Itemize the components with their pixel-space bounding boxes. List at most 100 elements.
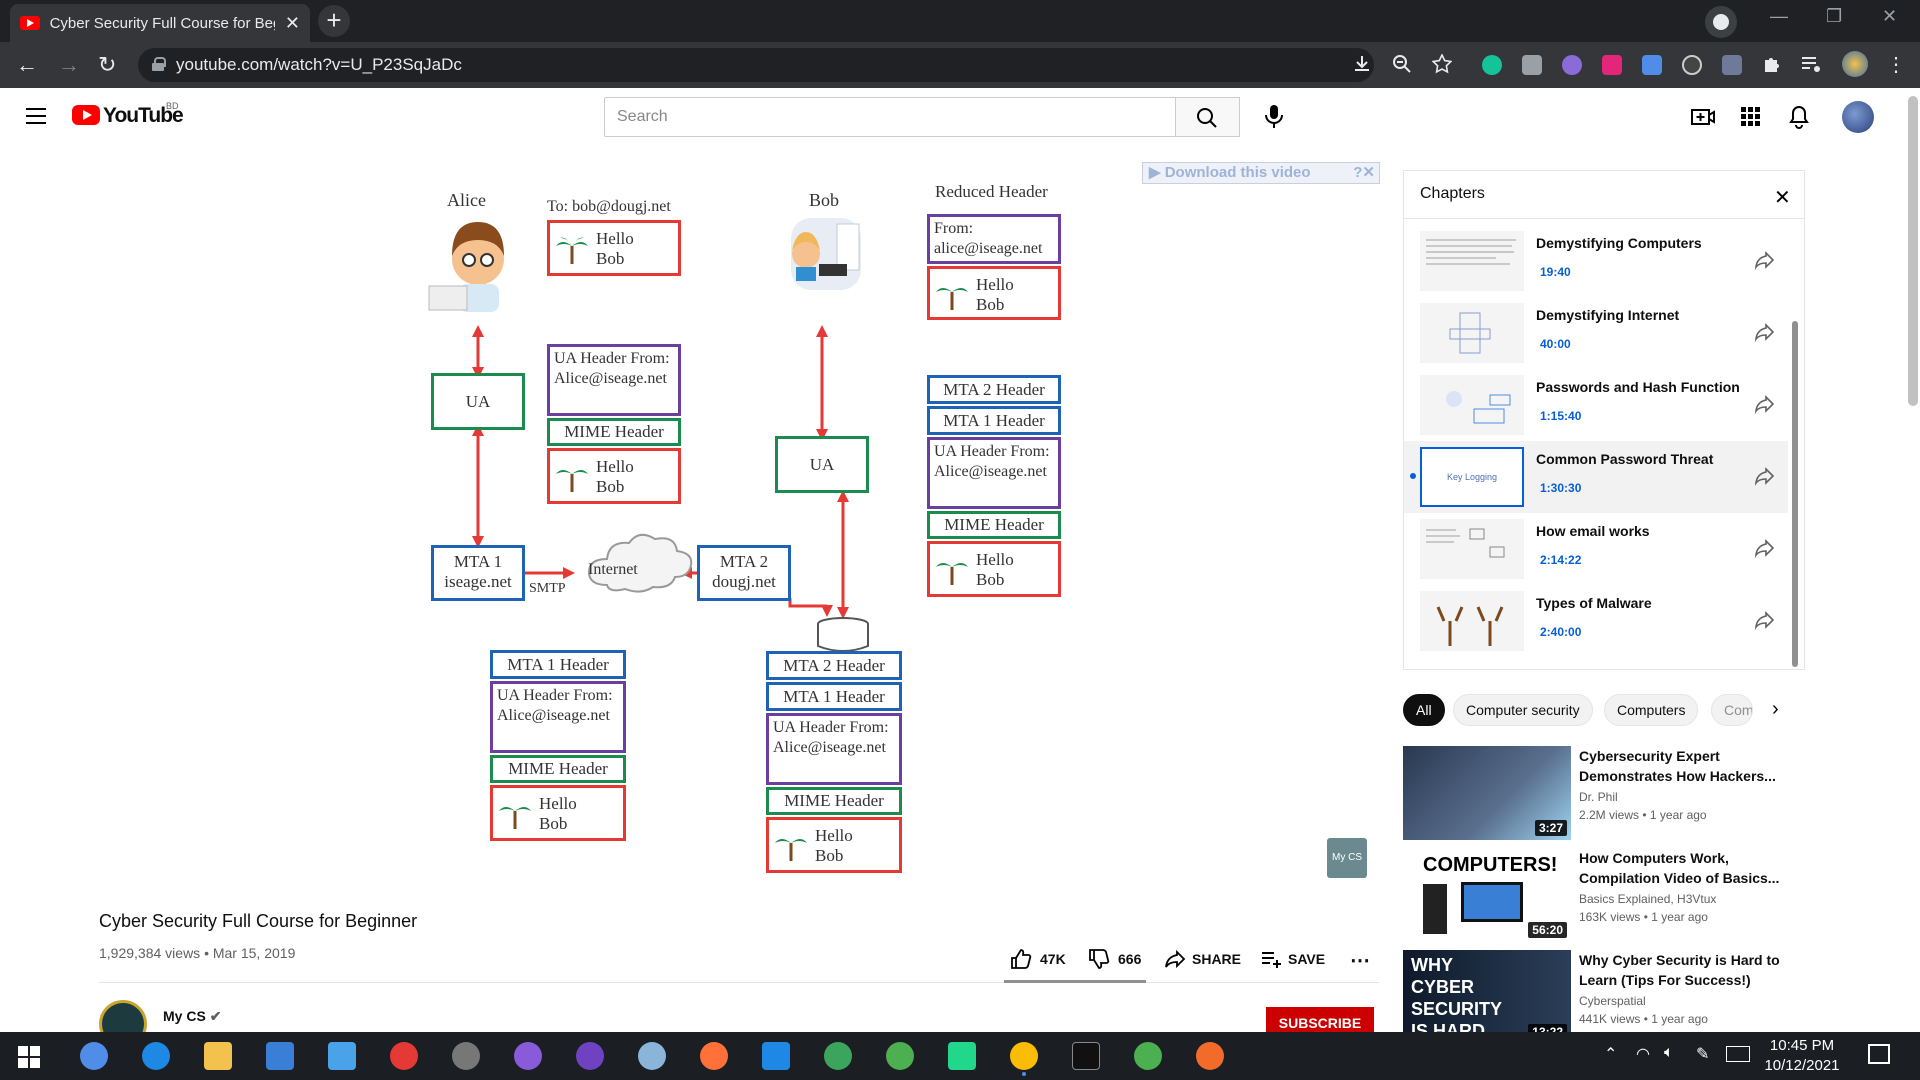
chapter-thumbnail[interactable]: Key Logging	[1420, 447, 1524, 507]
vscode-taskbar-icon[interactable]	[762, 1042, 790, 1070]
chapter-time[interactable]: 1:15:40	[1540, 409, 1581, 423]
windows-start-icon[interactable]	[18, 1046, 40, 1068]
lock-icon[interactable]	[152, 57, 166, 71]
user-avatar[interactable]	[1842, 101, 1874, 133]
related-channel[interactable]: Dr. Phil	[1579, 790, 1618, 804]
chapter-thumbnail[interactable]	[1420, 375, 1524, 435]
play-extension-icon[interactable]	[1602, 55, 1622, 75]
store-taskbar-icon[interactable]	[266, 1042, 294, 1070]
video-player[interactable]: Alice Bob To: bob@dougj.net Reduced Head…	[99, 168, 1379, 888]
save-button[interactable]: SAVE	[1260, 948, 1325, 970]
related-channel[interactable]: Basics Explained, H3Vtux	[1579, 892, 1716, 906]
wifi-icon[interactable]: ◠	[1636, 1044, 1650, 1064]
chapter-name[interactable]: Common Password Threat	[1536, 451, 1713, 467]
chrome-profile-avatar[interactable]	[1842, 51, 1868, 77]
hamburger-menu-icon[interactable]	[26, 108, 46, 124]
messenger-taskbar-icon[interactable]	[514, 1042, 542, 1070]
chip-computers[interactable]: Computers	[1604, 694, 1699, 726]
chrome-menu-icon[interactable]: ⋮	[1886, 52, 1906, 77]
bookmark-star-icon[interactable]	[1432, 54, 1452, 74]
chip-computer-security[interactable]: Computer security	[1453, 694, 1593, 726]
dislike-button[interactable]: 666	[1088, 948, 1141, 970]
like-button[interactable]: 47K	[1010, 948, 1066, 970]
forward-icon[interactable]: →	[58, 52, 80, 78]
app-taskbar-icon-3[interactable]	[824, 1042, 852, 1070]
close-download-icon[interactable]: ?✕	[1353, 163, 1375, 183]
search-input[interactable]	[604, 97, 1176, 137]
pycharm-taskbar-icon[interactable]	[948, 1042, 976, 1070]
create-video-icon[interactable]	[1690, 104, 1716, 130]
grammarly-extension-icon[interactable]	[1482, 55, 1502, 75]
related-thumbnail[interactable]: 3:27	[1403, 746, 1571, 840]
chapter-name[interactable]: Types of Malware	[1536, 595, 1652, 611]
chapter-thumbnail[interactable]	[1420, 519, 1524, 579]
apps-grid-icon[interactable]	[1738, 104, 1764, 130]
chapter-item[interactable]: How email works 2:14:22	[1404, 513, 1788, 585]
related-title[interactable]: Cybersecurity Expert Demonstrates How Ha…	[1579, 746, 1799, 786]
share-icon[interactable]	[1754, 537, 1776, 559]
chapters-scrollbar[interactable]	[1792, 321, 1798, 667]
chapter-item-active[interactable]: Key Logging Common Password Threat 1:30:…	[1404, 441, 1788, 513]
browser-tab[interactable]: Cyber Security Full Course for Beginner …	[10, 4, 310, 42]
pen-tray-icon[interactable]: ✎	[1696, 1044, 1709, 1064]
share-icon[interactable]	[1754, 393, 1776, 415]
qbittorrent-taskbar-icon[interactable]	[80, 1042, 108, 1070]
restore-icon[interactable]: ❐	[1826, 6, 1842, 27]
related-title[interactable]: Why Cyber Security is Hard to Learn (Tip…	[1579, 950, 1799, 990]
chapter-item[interactable]: Demystifying Computers 19:40	[1404, 225, 1788, 297]
puzzle-extensions-icon[interactable]	[1762, 54, 1782, 74]
chip-all[interactable]: All	[1403, 694, 1445, 726]
share-icon[interactable]	[1754, 609, 1776, 631]
chapter-name[interactable]: Demystifying Internet	[1536, 307, 1679, 323]
related-title[interactable]: How Computers Work, Compilation Video of…	[1579, 848, 1799, 888]
chapter-thumbnail[interactable]	[1420, 231, 1524, 291]
minimize-icon[interactable]: —	[1770, 6, 1788, 27]
chapter-item[interactable]: Passwords and Hash Function 1:15:40	[1404, 369, 1788, 441]
more-actions-icon[interactable]: ⋯	[1350, 948, 1370, 973]
chapter-time[interactable]: 1:30:30	[1540, 481, 1581, 495]
download-video-text[interactable]: ▶ Download this video	[1149, 164, 1311, 181]
firefox-taskbar-icon[interactable]	[700, 1042, 728, 1070]
chapter-thumbnail[interactable]	[1420, 303, 1524, 363]
tray-chevron-icon[interactable]: ⌃	[1604, 1044, 1617, 1064]
chapter-item[interactable]: Types of Malware 2:40:00	[1404, 585, 1788, 657]
close-tab-icon[interactable]: ✕	[285, 13, 300, 34]
system-clock[interactable]: 10:45 PM 10/12/2021	[1752, 1036, 1852, 1076]
app-taskbar-icon[interactable]	[452, 1042, 480, 1070]
reload-icon[interactable]: ↻	[98, 52, 116, 78]
share-icon[interactable]	[1754, 321, 1776, 343]
microphone-icon[interactable]	[1258, 101, 1290, 133]
edge-taskbar-icon[interactable]	[142, 1042, 170, 1070]
close-window-icon[interactable]: ✕	[1882, 6, 1897, 27]
share-icon[interactable]	[1754, 249, 1776, 271]
notifications-bell-icon[interactable]	[1786, 104, 1812, 130]
chapter-name[interactable]: Passwords and Hash Function	[1536, 379, 1740, 395]
pen-extension-icon[interactable]	[1722, 55, 1742, 75]
terminal-taskbar-icon[interactable]	[1072, 1042, 1100, 1070]
chrome-active-taskbar-icon[interactable]	[1010, 1042, 1038, 1070]
chapter-time[interactable]: 2:14:22	[1540, 553, 1581, 567]
extension-icon[interactable]	[1562, 55, 1582, 75]
chapter-time[interactable]: 2:40:00	[1540, 625, 1581, 639]
chapter-item[interactable]: Demystifying Internet 40:00	[1404, 297, 1788, 369]
related-thumbnail[interactable]: WHY CYBER SECURITY IS HARD 13:22	[1403, 950, 1571, 1044]
chip-partial[interactable]: Com	[1711, 694, 1753, 726]
related-video[interactable]: 3:27 Cybersecurity Expert Demonstrates H…	[1403, 746, 1813, 842]
notifications-icon[interactable]	[1868, 1044, 1890, 1064]
youtube-logo-icon[interactable]	[72, 105, 100, 125]
chapter-name[interactable]: Demystifying Computers	[1536, 235, 1702, 251]
related-video[interactable]: COMPUTERS! 56:20 How Computers Work, Com…	[1403, 848, 1813, 944]
install-icon[interactable]	[1352, 54, 1372, 74]
chrome-profile-taskbar-icon[interactable]	[1134, 1042, 1162, 1070]
app-taskbar-icon-2[interactable]	[638, 1042, 666, 1070]
chapter-thumbnail[interactable]	[1420, 591, 1524, 651]
share-icon[interactable]	[1754, 465, 1776, 487]
extension-icon-2[interactable]	[1682, 55, 1702, 75]
new-tab-button[interactable]: +	[318, 5, 350, 37]
channel-name-text[interactable]: My CS	[163, 1008, 206, 1024]
related-channel[interactable]: Cyberspatial	[1579, 994, 1646, 1008]
postman-taskbar-icon[interactable]	[1196, 1042, 1224, 1070]
media-queue-icon[interactable]	[1800, 54, 1822, 74]
volume-icon[interactable]: 🔈︎	[1664, 1044, 1674, 1062]
page-scrollbar[interactable]	[1908, 96, 1918, 406]
